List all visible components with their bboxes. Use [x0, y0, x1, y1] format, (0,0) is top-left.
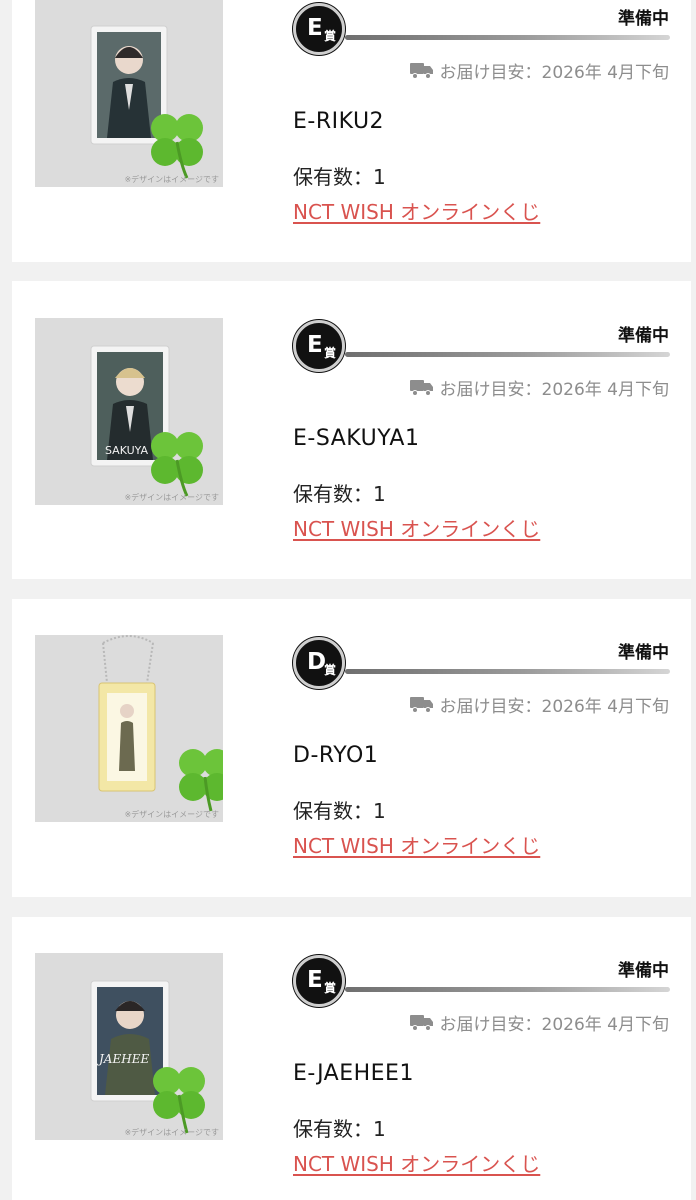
grade-letter: E: [307, 15, 323, 41]
lottery-link[interactable]: NCT WISH オンラインくじ: [293, 513, 540, 542]
photo-card-image: SAKUYA: [90, 345, 203, 497]
truck-icon: [409, 1014, 434, 1031]
status-label: 準備中: [618, 961, 669, 981]
grade-suffix: 賞: [324, 663, 337, 677]
progress-bar: [345, 669, 670, 674]
quantity-label: 保有数：1: [293, 165, 386, 189]
lottery-link[interactable]: NCT WISH オンラインくじ: [293, 830, 540, 859]
prize-card[interactable]: ※デザインはイメージです D 賞 準備中 お届け目安：2026年 4月下旬 D-…: [12, 599, 691, 897]
image-note: ※デザインはイメージです: [124, 493, 219, 502]
lottery-link[interactable]: NCT WISH オンラインくじ: [293, 1148, 540, 1177]
grade-badge: E 賞: [293, 320, 345, 372]
prize-card[interactable]: SAKUYA ※デザインはイメージです E 賞 準備中 お届け目安：2026年 …: [12, 281, 691, 579]
progress-bar: [345, 35, 670, 40]
status-label: 準備中: [618, 9, 669, 29]
grade-letter: E: [307, 332, 323, 358]
lottery-link[interactable]: NCT WISH オンラインくじ: [293, 196, 540, 225]
grade-badge: E 賞: [293, 3, 345, 55]
quantity-label: 保有数：1: [293, 482, 386, 506]
status-label: 準備中: [618, 326, 669, 346]
progress-bar: [345, 987, 670, 992]
delivery-text: お届け目安：2026年 4月下旬: [439, 63, 669, 83]
prize-thumbnail[interactable]: SAKUYA ※デザインはイメージです: [35, 318, 223, 505]
truck-icon: [409, 379, 434, 396]
grade-badge: E 賞: [293, 955, 345, 1007]
delivery-text: お届け目安：2026年 4月下旬: [439, 697, 669, 717]
delivery-estimate: お届け目安：2026年 4月下旬: [409, 1010, 669, 1035]
image-note: ※デザインはイメージです: [124, 175, 219, 184]
status-label: 準備中: [618, 643, 669, 663]
truck-icon: [409, 696, 434, 713]
prize-card[interactable]: ※デザインはイメージです E 賞 準備中 お届け目安：2026年 4月下旬 E-…: [12, 0, 691, 262]
photo-card-image: JAEHEE: [90, 980, 205, 1134]
prize-title: E-SAKUYA1: [293, 426, 420, 451]
truck-icon: [409, 62, 434, 79]
grade-letter: E: [307, 967, 323, 993]
delivery-text: お届け目安：2026年 4月下旬: [439, 380, 669, 400]
grade-suffix: 賞: [324, 981, 337, 995]
quantity-label: 保有数：1: [293, 799, 386, 823]
image-note: ※デザインはイメージです: [124, 810, 219, 819]
delivery-text: お届け目安：2026年 4月下旬: [439, 1015, 669, 1035]
grade-suffix: 賞: [324, 346, 337, 360]
grade-suffix: 賞: [324, 29, 337, 43]
grade-badge: D 賞: [293, 637, 345, 689]
svg-text:SAKUYA: SAKUYA: [105, 444, 149, 457]
image-note: ※デザインはイメージです: [124, 1128, 219, 1137]
delivery-estimate: お届け目安：2026年 4月下旬: [409, 58, 669, 83]
photo-card-image: [90, 25, 203, 179]
prize-card[interactable]: JAEHEE ※デザインはイメージです E 賞 準備中 お届け目安：2026年 …: [12, 917, 691, 1200]
prize-thumbnail[interactable]: JAEHEE ※デザインはイメージです: [35, 953, 223, 1140]
prize-thumbnail[interactable]: ※デザインはイメージです: [35, 635, 223, 822]
clover-icon: [179, 749, 223, 812]
prize-title: E-JAEHEE1: [293, 1061, 414, 1086]
prize-title: D-RYO1: [293, 743, 379, 768]
progress-bar: [345, 352, 670, 357]
quantity-label: 保有数：1: [293, 1117, 386, 1141]
delivery-estimate: お届け目安：2026年 4月下旬: [409, 375, 669, 400]
clover-icon: [151, 114, 203, 179]
clover-icon: [151, 432, 203, 497]
prize-title: E-RIKU2: [293, 109, 385, 134]
delivery-estimate: お届け目安：2026年 4月下旬: [409, 692, 669, 717]
svg-text:JAEHEE: JAEHEE: [96, 1052, 149, 1066]
prize-thumbnail[interactable]: ※デザインはイメージです: [35, 0, 223, 187]
clover-icon: [153, 1067, 205, 1134]
keychain-image: [98, 635, 223, 812]
